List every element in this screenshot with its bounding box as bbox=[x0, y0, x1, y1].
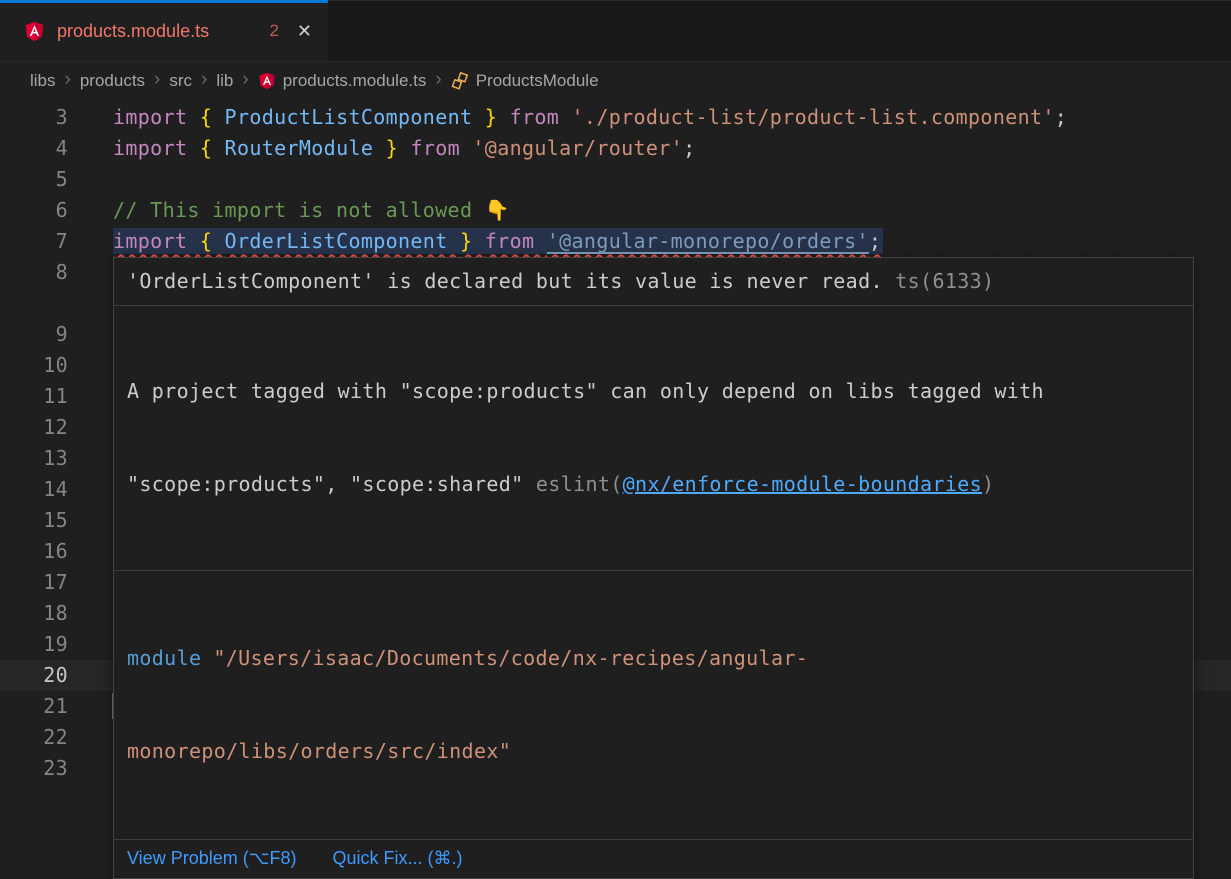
line-number: 16 bbox=[0, 536, 68, 567]
module-keyword: module bbox=[127, 646, 201, 670]
line-number: 5 bbox=[0, 164, 68, 195]
code-content bbox=[113, 164, 1231, 195]
error-hover-popup: 'OrderListComponent' is declared but its… bbox=[113, 257, 1194, 879]
chevron-right-icon: › bbox=[435, 69, 441, 91]
breadcrumb: libs › products › src › lib › products.module.ts… bbox=[0, 62, 1231, 100]
line-number: 8 bbox=[0, 257, 68, 288]
module-path-line1: "/Users/isaac/Documents/code/nx-recipes/… bbox=[213, 646, 808, 670]
line-number: 9 bbox=[0, 319, 68, 350]
line-number: 6 bbox=[0, 195, 68, 226]
view-problem-action[interactable]: View Problem (⌥F8) bbox=[127, 848, 296, 869]
breadcrumb-item-products-module-ts[interactable]: products.module.ts bbox=[258, 71, 427, 91]
eslint-message-line1: A project tagged with "scope:products" c… bbox=[127, 376, 1180, 407]
breadcrumb-item-productsmodule[interactable]: ProductsModule bbox=[451, 71, 599, 91]
angular-icon bbox=[258, 72, 276, 90]
code-content: import { ProductListComponent } from './… bbox=[113, 102, 1231, 133]
line-number: 15 bbox=[0, 505, 68, 536]
hover-eslint-error: A project tagged with "scope:products" c… bbox=[114, 306, 1193, 571]
breadcrumb-label: ProductsModule bbox=[476, 71, 599, 91]
code-line[interactable]: 4 import { RouterModule } from '@angular/… bbox=[0, 133, 1231, 164]
tab-bar: products.module.ts 2 ✕ bbox=[0, 0, 1231, 62]
error-squiggle: import { OrderListComponent } from '@ang… bbox=[113, 228, 1181, 254]
breadcrumb-item-lib[interactable]: lib bbox=[216, 71, 233, 91]
module-path-line2: monorepo/libs/orders/src/index" bbox=[127, 739, 511, 763]
code-line[interactable]: 6 // This import is not allowed 👇 bbox=[0, 195, 1231, 226]
chevron-right-icon: › bbox=[65, 69, 71, 91]
chevron-right-icon: › bbox=[154, 69, 160, 91]
ts-error-code: ts(6133) bbox=[895, 269, 994, 293]
code-line[interactable]: 5 bbox=[0, 164, 1231, 195]
line-number: 21 bbox=[0, 691, 68, 722]
line-number: 14 bbox=[0, 474, 68, 505]
breadcrumb-label: lib bbox=[216, 71, 233, 91]
hover-module-info: module "/Users/isaac/Documents/code/nx-re… bbox=[114, 571, 1193, 840]
line-number: 11 bbox=[0, 381, 68, 412]
breadcrumb-item-libs[interactable]: libs bbox=[30, 71, 56, 91]
breadcrumb-label: src bbox=[169, 71, 192, 91]
breadcrumb-label: products.module.ts bbox=[283, 71, 427, 91]
highlighted-range: import { OrderListComponent } from '@ang… bbox=[113, 228, 883, 254]
hover-ts-error: 'OrderListComponent' is declared but its… bbox=[114, 258, 1193, 306]
chevron-right-icon: › bbox=[242, 69, 248, 91]
line-number: 23 bbox=[0, 753, 68, 784]
class-icon bbox=[451, 72, 469, 90]
breadcrumb-item-products[interactable]: products bbox=[80, 71, 145, 91]
code-content: import { OrderListComponent } from '@ang… bbox=[113, 226, 1231, 257]
tab-problems-badge: 2 bbox=[259, 21, 278, 41]
line-number: 20 bbox=[0, 660, 68, 691]
code-content: import { RouterModule } from '@angular/r… bbox=[113, 133, 1231, 164]
line-number bbox=[0, 288, 68, 319]
line-number: 19 bbox=[0, 629, 68, 660]
breadcrumb-label: products bbox=[80, 71, 145, 91]
breadcrumb-item-src[interactable]: src bbox=[169, 71, 192, 91]
tab-products-module[interactable]: products.module.ts 2 ✕ bbox=[0, 1, 328, 61]
line-number: 17 bbox=[0, 567, 68, 598]
eslint-rule-link[interactable]: @nx/enforce-module-boundaries bbox=[623, 472, 982, 496]
line-number: 10 bbox=[0, 350, 68, 381]
breadcrumb-label: libs bbox=[30, 71, 56, 91]
eslint-message-line2: "scope:products", "scope:shared" eslint(… bbox=[127, 469, 1180, 500]
angular-icon bbox=[24, 21, 45, 42]
close-icon[interactable]: ✕ bbox=[297, 21, 312, 42]
line-number: 4 bbox=[0, 133, 68, 164]
line-number: 3 bbox=[0, 102, 68, 133]
quick-fix-action[interactable]: Quick Fix... (⌘.) bbox=[332, 848, 462, 869]
tab-title: products.module.ts bbox=[57, 21, 209, 42]
line-number: 18 bbox=[0, 598, 68, 629]
ts-error-message: 'OrderListComponent' is declared but its… bbox=[127, 269, 883, 293]
code-line[interactable]: 7 import { OrderListComponent } from '@an… bbox=[0, 226, 1231, 257]
code-line[interactable]: 3 import { ProductListComponent } from '.… bbox=[0, 102, 1231, 133]
line-number: 7 bbox=[0, 226, 68, 257]
code-content: // This import is not allowed 👇 bbox=[113, 195, 1231, 226]
line-number: 12 bbox=[0, 412, 68, 443]
hover-actions: View Problem (⌥F8) Quick Fix... (⌘.) bbox=[114, 840, 1193, 878]
chevron-right-icon: › bbox=[201, 69, 207, 91]
line-number: 13 bbox=[0, 443, 68, 474]
line-number: 22 bbox=[0, 722, 68, 753]
